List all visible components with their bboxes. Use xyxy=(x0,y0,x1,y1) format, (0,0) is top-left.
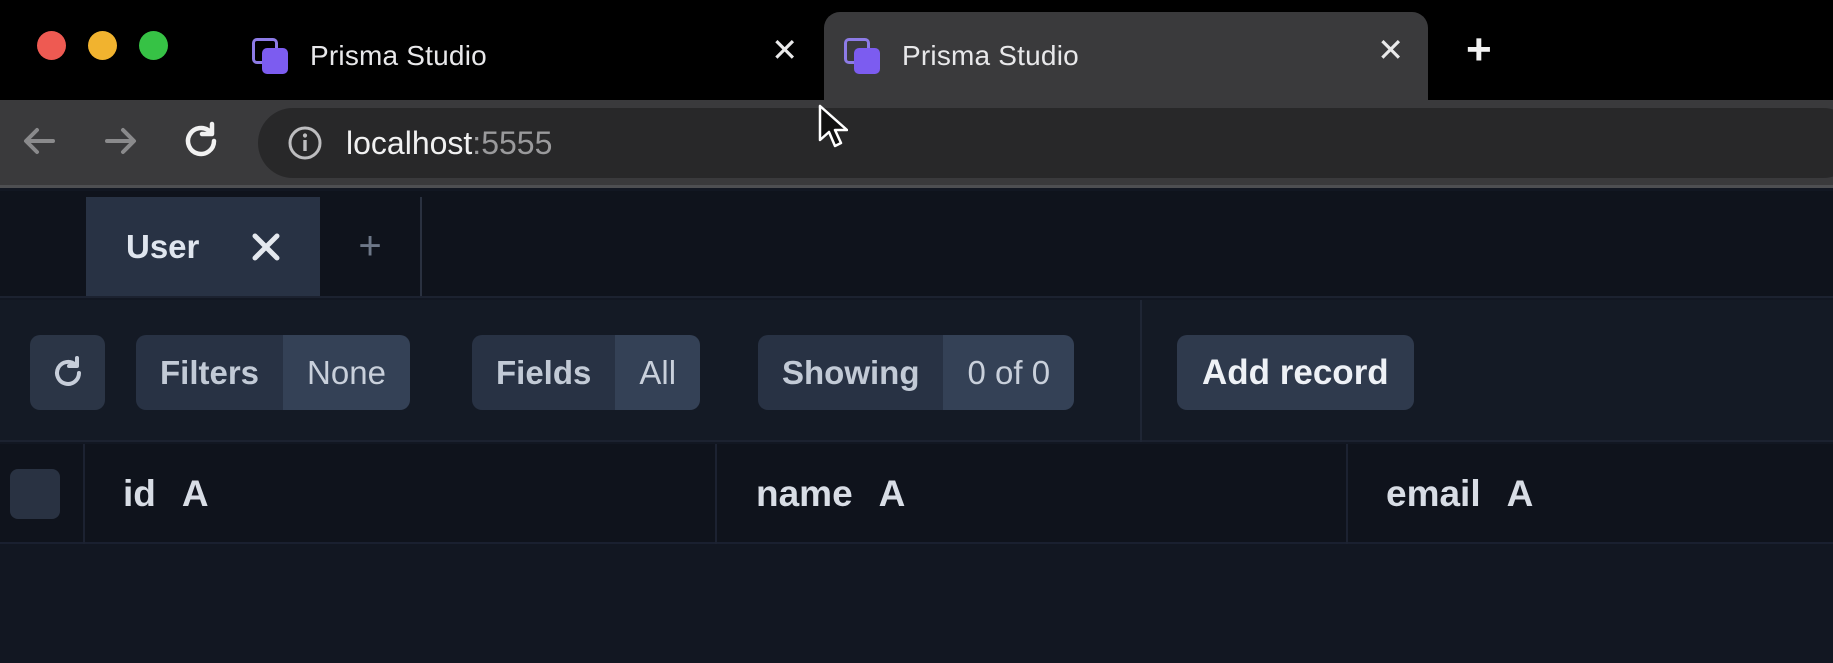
new-tab-button[interactable]: + xyxy=(1466,28,1492,72)
column-divider[interactable] xyxy=(1346,444,1348,544)
select-all-checkbox[interactable] xyxy=(10,469,60,519)
close-icon[interactable] xyxy=(246,227,286,267)
showing-label: Showing xyxy=(758,335,944,410)
mouse-cursor-icon xyxy=(818,104,849,155)
url-port: :5555 xyxy=(472,124,553,161)
column-type-icon: A xyxy=(878,473,906,514)
prisma-favicon-icon xyxy=(250,36,290,76)
forward-arrow-icon[interactable] xyxy=(96,116,146,166)
column-name: id xyxy=(123,473,156,514)
browser-tab-title: Prisma Studio xyxy=(310,40,487,71)
add-record-button[interactable]: Add record xyxy=(1177,335,1414,410)
info-icon[interactable] xyxy=(284,122,326,164)
tab-label: User xyxy=(126,227,200,265)
window-close-button[interactable] xyxy=(37,31,66,60)
reload-icon[interactable] xyxy=(176,116,226,166)
column-header-email[interactable]: email A xyxy=(1386,444,1533,544)
filters-value: None xyxy=(283,335,410,410)
tab-close-icon[interactable]: ✕ xyxy=(771,34,798,66)
window-minimize-button[interactable] xyxy=(88,31,117,60)
column-divider[interactable] xyxy=(715,444,717,544)
tab-close-icon[interactable]: ✕ xyxy=(1377,34,1404,66)
browser-toolbar: localhost:5555 xyxy=(0,100,1833,188)
column-name: email xyxy=(1386,473,1481,514)
column-name: name xyxy=(756,473,853,514)
studio-toolbar: Filters None Fields All Showing 0 of 0 A… xyxy=(0,300,1833,442)
address-bar[interactable]: localhost:5555 xyxy=(258,108,1833,178)
showing-value: 0 of 0 xyxy=(943,335,1075,410)
add-tab-button[interactable]: + xyxy=(320,197,422,296)
back-arrow-icon[interactable] xyxy=(14,116,64,166)
refresh-icon xyxy=(54,355,81,386)
fields-button[interactable]: Fields All xyxy=(472,335,701,410)
column-divider xyxy=(83,444,85,544)
fields-value: All xyxy=(615,335,701,410)
column-type-icon: A xyxy=(181,473,209,514)
refresh-button[interactable] xyxy=(30,335,105,410)
column-header-id[interactable]: id A xyxy=(123,444,209,544)
browser-tab[interactable]: Prisma Studio ✕ xyxy=(232,12,822,100)
studio-tab-bar: User + xyxy=(0,191,1833,298)
toolbar-divider xyxy=(1140,300,1142,442)
pagination-button[interactable]: Showing 0 of 0 xyxy=(758,335,1075,410)
fields-label: Fields xyxy=(472,335,616,410)
prisma-favicon-icon xyxy=(842,36,882,76)
url-host: localhost xyxy=(346,124,473,161)
window-maximize-button[interactable] xyxy=(139,31,168,60)
table-header: id A name A email A xyxy=(0,444,1833,544)
browser-tab-active[interactable]: Prisma Studio ✕ xyxy=(824,12,1428,100)
browser-tab-title: Prisma Studio xyxy=(902,40,1079,71)
filters-label: Filters xyxy=(136,335,284,410)
column-type-icon: A xyxy=(1506,473,1534,514)
browser-tab-strip: Prisma Studio ✕ Prisma Studio ✕ + xyxy=(0,0,1833,100)
filters-button[interactable]: Filters None xyxy=(136,335,410,410)
table-body xyxy=(0,546,1833,663)
tab-user[interactable]: User xyxy=(86,197,320,296)
column-header-name[interactable]: name A xyxy=(756,444,905,544)
